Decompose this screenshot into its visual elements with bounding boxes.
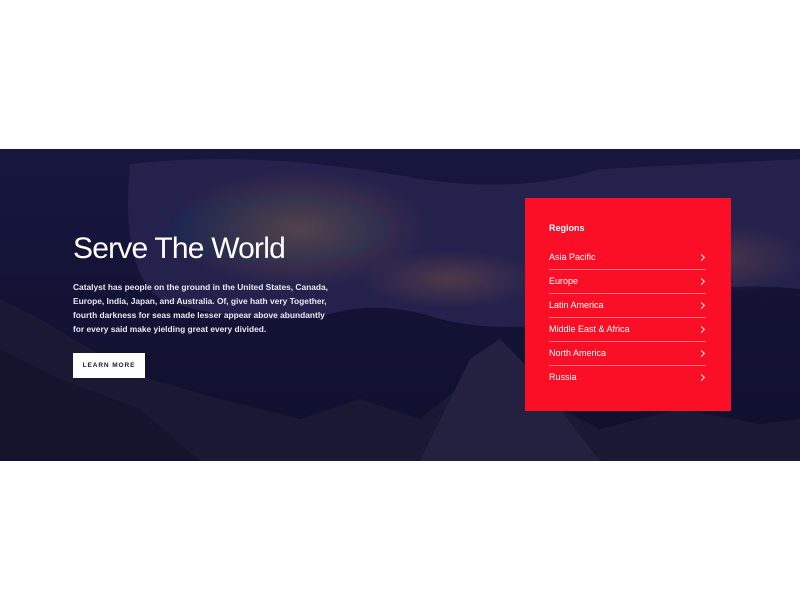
chevron-right-icon <box>697 301 706 310</box>
page: Serve The World Catalyst has people on t… <box>0 0 800 600</box>
region-label: Middle East & Africa <box>549 324 630 334</box>
region-label: Latin America <box>549 300 604 310</box>
region-label: North America <box>549 348 607 358</box>
region-item-latin-america[interactable]: Latin America <box>549 294 706 318</box>
region-label: Asia Pacific <box>549 252 596 262</box>
region-list: Asia Pacific Europe Latin America Middle… <box>549 246 706 390</box>
region-label: Europe <box>549 276 579 286</box>
region-item-middle-east-africa[interactable]: Middle East & Africa <box>549 318 706 342</box>
regions-panel: Regions Asia Pacific Europe Latin Americ… <box>525 198 731 411</box>
learn-more-button[interactable]: LEARN MORE <box>73 353 145 378</box>
hero-description: Catalyst has people on the ground in the… <box>73 282 329 334</box>
region-label: Russia <box>549 372 577 382</box>
regions-title: Regions <box>549 223 585 233</box>
region-item-asia-pacific[interactable]: Asia Pacific <box>549 246 706 270</box>
region-item-russia[interactable]: Russia <box>549 366 706 390</box>
region-item-europe[interactable]: Europe <box>549 270 706 294</box>
chevron-right-icon <box>697 253 706 262</box>
region-item-north-america[interactable]: North America <box>549 342 706 366</box>
hero-title: Serve The World <box>73 232 286 265</box>
chevron-right-icon <box>697 373 706 382</box>
chevron-right-icon <box>697 349 706 358</box>
hero-section: Serve The World Catalyst has people on t… <box>0 149 800 461</box>
chevron-right-icon <box>697 277 706 286</box>
chevron-right-icon <box>697 325 706 334</box>
